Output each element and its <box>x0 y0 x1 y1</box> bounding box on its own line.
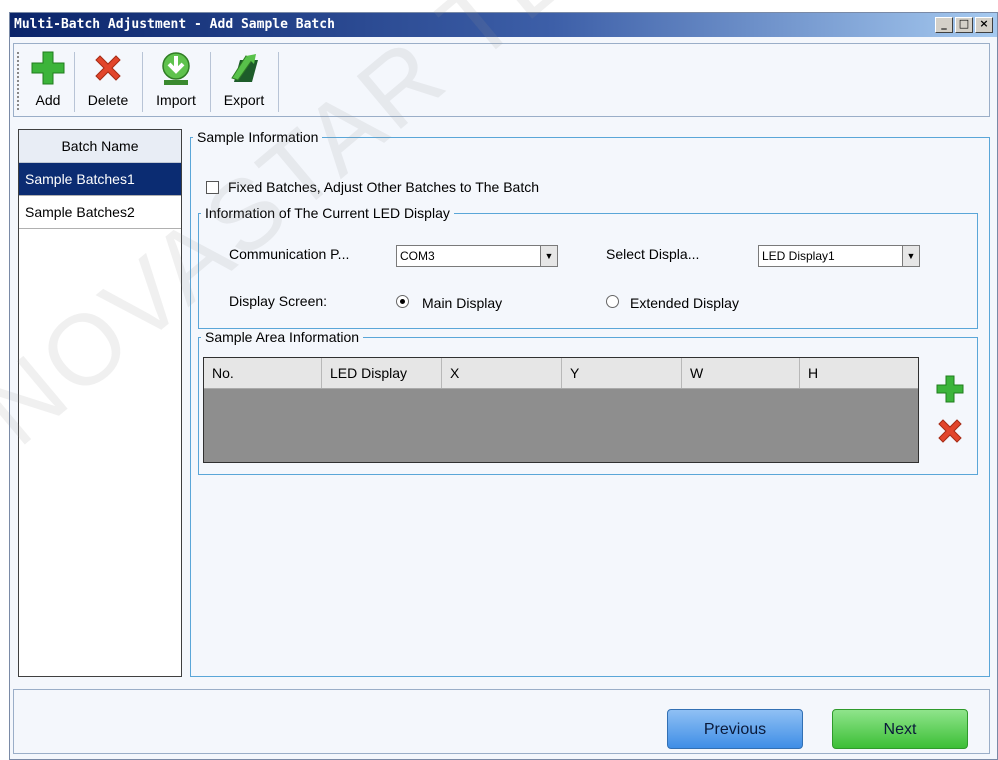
title-bar[interactable]: Multi-Batch Adjustment - Add Sample Batc… <box>10 13 997 37</box>
fixed-batches-label: Fixed Batches, Adjust Other Batches to T… <box>228 179 540 195</box>
sample-area-legend: Sample Area Information <box>205 329 360 345</box>
delete-x-icon <box>95 55 121 81</box>
column-header-y[interactable]: Y <box>562 358 682 388</box>
batch-name-header: Batch Name <box>19 130 181 163</box>
toolbar-separator <box>210 52 211 112</box>
column-header-h[interactable]: H <box>800 358 918 388</box>
batch-list-panel: Batch Name Sample Batches1 Sample Batche… <box>18 129 182 677</box>
extended-display-radio[interactable] <box>606 295 619 308</box>
communication-port-label: Communication P... <box>229 246 350 262</box>
export-icon <box>231 54 258 82</box>
sample-information-legend: Sample Information <box>197 129 319 145</box>
delete-label: Delete <box>87 92 129 108</box>
select-display-select[interactable]: LED Display1 ▼ <box>758 245 920 267</box>
select-display-value: LED Display1 <box>762 249 835 263</box>
led-display-legend: Information of The Current LED Display <box>205 205 450 221</box>
list-item-sample-batches1[interactable]: Sample Batches1 <box>19 163 181 196</box>
main-window: Multi-Batch Adjustment - Add Sample Batc… <box>9 12 998 760</box>
column-header-w[interactable]: W <box>682 358 800 388</box>
communication-port-select[interactable]: COM3 ▼ <box>396 245 558 267</box>
export-button[interactable]: Export <box>216 48 272 112</box>
chevron-down-icon[interactable]: ▼ <box>540 246 557 266</box>
add-area-button[interactable] <box>934 373 966 405</box>
display-screen-label: Display Screen: <box>229 293 328 309</box>
previous-button[interactable]: Previous <box>667 709 803 749</box>
toolbar-separator <box>278 52 279 112</box>
delete-area-button[interactable] <box>934 415 966 447</box>
chevron-down-icon[interactable]: ▼ <box>902 246 919 266</box>
table-header: No. LED Display X Y W H <box>204 358 918 389</box>
column-header-no[interactable]: No. <box>204 358 322 388</box>
toolbar-grip[interactable] <box>17 52 21 110</box>
import-button[interactable]: Import <box>148 48 204 112</box>
restore-button[interactable]: □ <box>955 17 973 33</box>
fixed-batches-checkbox[interactable] <box>206 181 219 194</box>
delete-batch-button[interactable]: Delete <box>80 48 136 112</box>
navigation-bar: Previous Next <box>13 689 990 754</box>
toolbar-separator <box>74 52 75 112</box>
plus-icon <box>31 51 65 85</box>
import-icon <box>162 52 190 85</box>
minimize-button[interactable]: _ <box>935 17 953 33</box>
toolbar: Add Delete Import Export <box>13 43 990 117</box>
close-button[interactable]: × <box>975 17 993 33</box>
main-display-label: Main Display <box>422 295 503 311</box>
window-title: Multi-Batch Adjustment - Add Sample Batc… <box>14 17 335 32</box>
column-header-led-display[interactable]: LED Display <box>322 358 442 388</box>
import-label: Import <box>156 92 196 108</box>
window-controls: _ □ × <box>935 17 993 33</box>
main-display-radio[interactable] <box>396 295 409 308</box>
communication-port-value: COM3 <box>400 249 435 263</box>
export-label: Export <box>223 92 265 108</box>
next-button[interactable]: Next <box>832 709 968 749</box>
extended-display-label: Extended Display <box>630 295 739 311</box>
sample-area-table[interactable]: No. LED Display X Y W H <box>203 357 919 463</box>
add-batch-button[interactable]: Add <box>28 48 68 112</box>
toolbar-separator <box>142 52 143 112</box>
column-header-x[interactable]: X <box>442 358 562 388</box>
add-label: Add <box>35 92 61 108</box>
list-item-sample-batches2[interactable]: Sample Batches2 <box>19 196 181 229</box>
select-display-label: Select Displa... <box>606 246 700 262</box>
led-display-group: Information of The Current LED Display <box>198 205 978 329</box>
sample-settings-panel: Sample Information Fixed Batches, Adjust… <box>184 129 990 677</box>
